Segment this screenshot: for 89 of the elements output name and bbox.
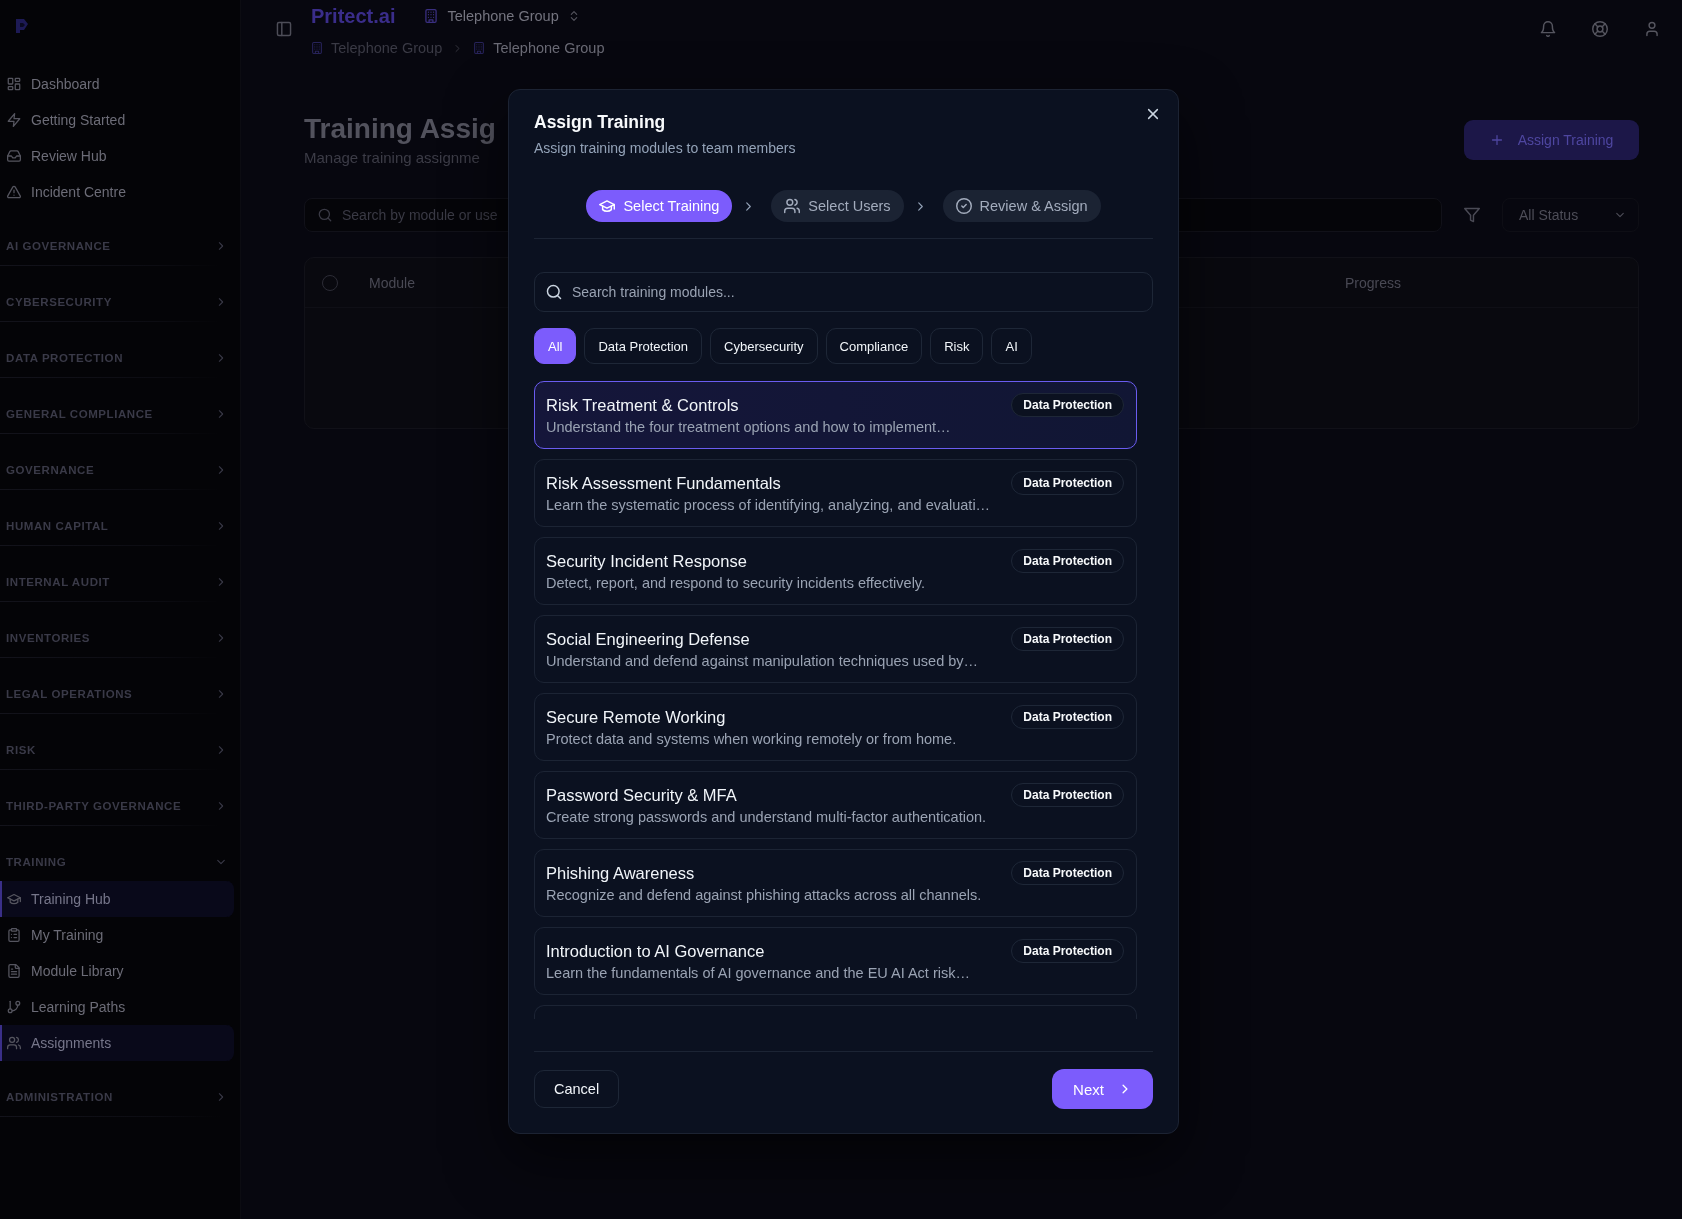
search-icon: [318, 208, 332, 222]
page-title: Training Assig: [304, 112, 496, 146]
module-description: Detect, report, and respond to security incidents effectively.: [546, 574, 927, 593]
category-badge: Data Protection: [1011, 627, 1124, 651]
graduation-cap-icon: [599, 198, 616, 214]
module-description: Understand the four treatment options and how to implement…: [546, 418, 952, 437]
module-card[interactable]: Password Security & MFA Data Protection Create strong passwords and understand multi-factor authentication.: [534, 771, 1137, 839]
module-description: Create strong passwords and understand multi-factor authentication.: [546, 808, 988, 827]
module-description: Learn the fundamentals of AI governance and the EU AI Act risk…: [546, 964, 971, 983]
building-icon: [311, 42, 323, 54]
nav-item[interactable]: My Training: [0, 917, 234, 953]
nav-item[interactable]: Getting Started: [0, 102, 234, 138]
filter-chip[interactable]: Cybersecurity: [710, 328, 818, 364]
next-button[interactable]: Next: [1052, 1069, 1153, 1109]
breadcrumb-link[interactable]: Telephone Group: [473, 40, 605, 56]
nav-item[interactable]: Learning Paths: [0, 989, 234, 1025]
lifebuoy-icon[interactable]: [1592, 21, 1608, 37]
dialog-title: Assign Training: [534, 111, 667, 134]
category-badge: Data Protection: [1011, 939, 1124, 963]
nav-item[interactable]: Review Hub: [0, 138, 234, 174]
module-card[interactable]: Introduction to AI Governance Data Protection Learn the fundamentals of AI governance and the EU AI Act risk…: [534, 927, 1137, 995]
nav-item[interactable]: Dashboard: [0, 66, 234, 102]
lightning-icon: [7, 113, 21, 127]
panel-icon[interactable]: [276, 21, 292, 37]
module-card[interactable]: Phishing Awareness Data Protection Recognize and defend against phishing attacks across all channels.: [534, 849, 1137, 917]
dialog-subtitle: Assign training modules to team members: [534, 139, 797, 158]
page-subtitle: Manage training assignme: [304, 148, 481, 168]
filter-chip[interactable]: Compliance: [825, 328, 923, 364]
search-icon: [546, 284, 562, 300]
category-badge: Data Protection: [1011, 549, 1124, 573]
filter-icon[interactable]: [1464, 207, 1480, 223]
module-title: Password Security & MFA: [546, 785, 738, 806]
nav-item[interactable]: Training Hub: [0, 881, 234, 917]
category-badge: Data Protection: [1011, 471, 1124, 495]
graduation-cap-icon: [7, 892, 21, 906]
bell-icon[interactable]: [1540, 21, 1556, 37]
module-card[interactable]: Secure Remote Working Data Protection Protect data and systems when working remotely or from home.: [534, 693, 1137, 761]
building-icon: [473, 42, 486, 54]
column-header: Module: [369, 274, 416, 291]
module-title: Introduction to AI Governance: [546, 941, 766, 962]
module-description: Protect data and systems when working remotely or from home.: [546, 730, 958, 749]
users-icon: [7, 1036, 21, 1050]
users-icon: [784, 198, 801, 214]
close-icon[interactable]: [1145, 106, 1161, 122]
cancel-button[interactable]: Cancel: [534, 1070, 620, 1108]
search-field[interactable]: Search training modules...: [534, 272, 1153, 312]
stepper-step: Select Users: [771, 190, 904, 222]
category-badge: Data Protection: [1011, 783, 1124, 807]
inbox-icon: [7, 149, 21, 163]
assign-training-button[interactable]: Assign Training: [1464, 120, 1639, 160]
module-card[interactable]: Risk Treatment & Controls Data Protection Understand the four treatment options and how to implement…: [534, 381, 1137, 449]
module-title: Risk Treatment & Controls: [546, 395, 740, 416]
grid-icon: [7, 77, 21, 91]
nav-item[interactable]: Assignments: [0, 1025, 234, 1061]
workspace-switcher[interactable]: Telephone Group: [424, 8, 580, 24]
module-description: Recognize and defend against phishing attacks across all channels.: [546, 886, 983, 905]
logo-icon: [15, 18, 29, 34]
check-circle-icon: [955, 198, 972, 214]
category-badge: Data Protection: [1011, 861, 1124, 885]
nav-item[interactable]: Module Library: [0, 953, 234, 989]
status-select[interactable]: All Status: [1502, 198, 1639, 232]
stepper-step: Select Training: [586, 190, 733, 222]
module-title: Security Incident Response: [546, 551, 748, 572]
module-card[interactable]: Social Engineering Defense Data Protection Understand and defend against manipulation techniques used by…: [534, 615, 1137, 683]
plus-icon: [1489, 133, 1504, 147]
brand-name: Pritect.ai: [311, 4, 396, 28]
filter-chip[interactable]: All: [534, 328, 577, 364]
module-title: Social Engineering Defense: [546, 629, 751, 650]
filter-chip[interactable]: AI: [991, 328, 1032, 364]
category-badge: Data Protection: [1011, 705, 1124, 729]
building-icon: [424, 9, 439, 23]
nav-item[interactable]: Incident Centre: [0, 174, 234, 210]
user-icon[interactable]: [1644, 21, 1660, 37]
warning-icon: [7, 185, 21, 199]
clipboard-icon: [7, 928, 21, 942]
column-header: Progress: [1345, 274, 1403, 291]
module-title: Phishing Awareness: [546, 863, 696, 884]
stepper-step: Review & Assign: [942, 190, 1101, 222]
module-title: Risk Assessment Fundamentals: [546, 473, 782, 494]
module-description: Learn the systematic process of identifying, analyzing, and evaluati…: [546, 496, 992, 515]
module-card[interactable]: Security Incident Response Data Protection Detect, report, and respond to security incidents effectively.: [534, 537, 1137, 605]
module-description: Understand and defend against manipulation techniques used by…: [546, 652, 980, 671]
branch-icon: [7, 1000, 21, 1014]
filter-chip[interactable]: Risk: [930, 328, 984, 364]
module-card[interactable]: Risk Assessment Fundamentals Data Protection Learn the systematic process of identifying, analyzing, and evaluati…: [534, 459, 1137, 527]
category-badge: Data Protection: [1011, 393, 1124, 417]
module-title: Secure Remote Working: [546, 707, 727, 728]
filter-chip[interactable]: Data Protection: [584, 328, 703, 364]
document-icon: [7, 964, 21, 978]
